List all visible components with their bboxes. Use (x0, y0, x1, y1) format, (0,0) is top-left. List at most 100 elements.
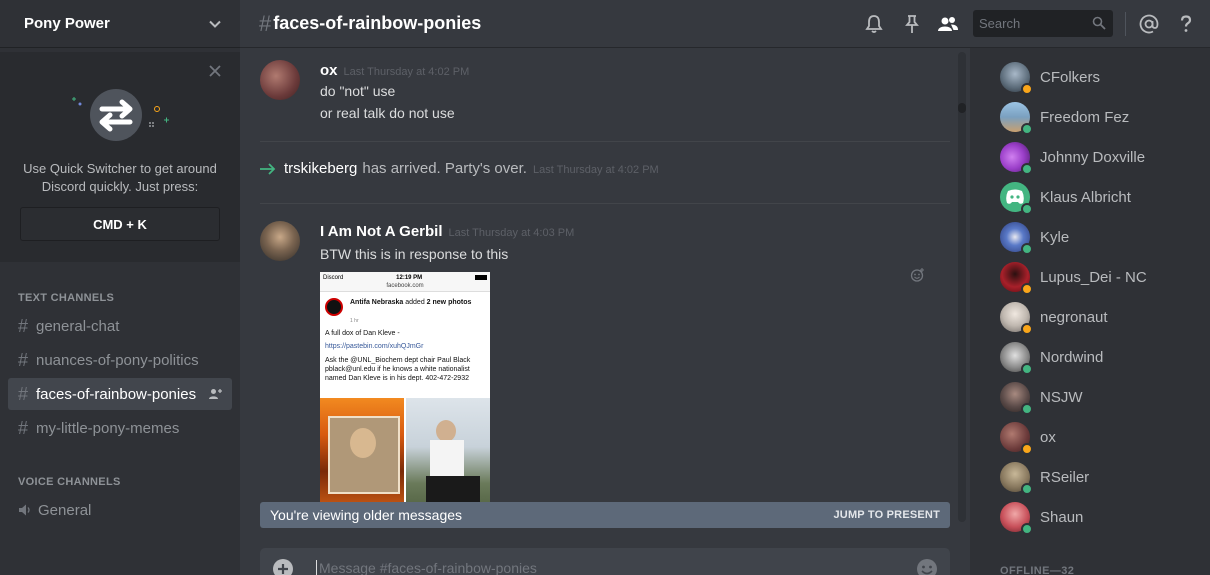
status-app: Discord (323, 274, 344, 281)
message-text: do "not" use (320, 83, 396, 99)
channel-faces-of-rainbow-ponies[interactable]: # faces-of-rainbow-ponies (8, 378, 232, 410)
timestamp: Last Thursday at 4:02 PM (343, 66, 470, 78)
search-placeholder: Search (979, 16, 1021, 31)
system-text: has arrived. Party's over. (362, 160, 527, 177)
status-idle-icon (1021, 323, 1033, 335)
avatar (1000, 182, 1033, 215)
system-message: trskikeberg has arrived. Party's over. L… (260, 160, 950, 184)
message-input[interactable]: Message #faces-of-rainbow-ponies (316, 560, 537, 575)
channel-name: general-chat (36, 317, 120, 335)
post-author: Antifa Nebraska (350, 299, 404, 306)
post-line: A full dox of Dan Kleve - (325, 330, 400, 337)
avatar (1000, 222, 1033, 255)
shortcut-key[interactable]: CMD + K (20, 207, 220, 241)
post-meta: 1 hr (350, 318, 359, 324)
post-link: https://pastebin.com/xuhQJmGr (325, 343, 424, 350)
channel-general-chat[interactable]: # general-chat (8, 310, 232, 342)
member-name: negronaut (1040, 308, 1108, 326)
hash-icon: # (18, 349, 29, 370)
member-item[interactable]: Lupus_Dei - NC (1000, 260, 1200, 295)
pin-icon[interactable] (901, 13, 923, 35)
timestamp: Last Thursday at 4:03 PM (448, 227, 575, 239)
scrollbar-thumb[interactable] (958, 103, 966, 113)
offline-category: OFFLINE—32 (1000, 565, 1075, 575)
hash-icon: # (18, 417, 29, 438)
member-item[interactable]: Freedom Fez (1000, 100, 1200, 135)
channel-name: faces-of-rainbow-ponies (36, 385, 197, 403)
bell-icon[interactable] (863, 13, 885, 35)
add-user-icon[interactable] (208, 387, 222, 401)
member-item[interactable]: RSeiler (1000, 460, 1200, 495)
status-online-icon (1021, 483, 1033, 495)
message-divider (260, 203, 950, 204)
voice-channels-category[interactable]: VOICE CHANNELS (18, 476, 121, 488)
avatar (1000, 142, 1033, 175)
member-name: Klaus Albricht (1040, 188, 1131, 206)
avatar[interactable] (260, 221, 300, 261)
older-messages-banner[interactable]: You're viewing older messages JUMP TO PR… (260, 502, 950, 528)
channel-nuances-of-pony-politics[interactable]: # nuances-of-pony-politics (8, 344, 232, 376)
status-online-icon (1021, 523, 1033, 535)
member-item[interactable]: negronaut (1000, 300, 1200, 335)
channel-name: General (38, 501, 92, 519)
attached-image[interactable]: Discord 12:19 PM facebook.com Antifa Neb… (320, 272, 490, 520)
member-item[interactable]: Klaus Albricht (1000, 180, 1200, 215)
close-icon[interactable] (208, 64, 222, 78)
message-text: or real talk do not use (320, 105, 455, 121)
help-icon[interactable] (1175, 13, 1197, 35)
status-online-icon (1021, 123, 1033, 135)
page-avatar (325, 298, 343, 316)
member-item[interactable]: CFolkers (1000, 60, 1200, 95)
member-item[interactable]: Kyle (1000, 220, 1200, 255)
member-name: RSeiler (1040, 468, 1090, 486)
channel-my-little-pony-memes[interactable]: # my-little-pony-memes (8, 412, 232, 444)
status-online-icon (1021, 403, 1033, 415)
member-item[interactable]: Nordwind (1000, 340, 1200, 375)
upload-plus-icon[interactable] (272, 558, 294, 575)
member-name: Johnny Doxville (1040, 148, 1146, 166)
members-icon[interactable] (937, 13, 959, 35)
status-online-icon (1021, 163, 1033, 175)
author-name[interactable]: I Am Not A Gerbil (320, 223, 443, 240)
hash-icon: # (259, 10, 272, 36)
member-item[interactable]: NSJW (1000, 380, 1200, 415)
mention-icon[interactable] (1138, 13, 1160, 35)
search-input[interactable]: Search (973, 10, 1113, 37)
author-name[interactable]: ox (320, 62, 338, 79)
member-item[interactable]: Shaun (1000, 500, 1200, 535)
avatar (1000, 302, 1033, 335)
member-name: Nordwind (1040, 348, 1104, 366)
discord-logo-icon (1006, 189, 1024, 204)
avatar (1000, 502, 1033, 535)
avatar (1000, 422, 1033, 455)
guild-name: Pony Power (24, 15, 110, 32)
member-list[interactable]: CFolkers Freedom Fez Johnny Doxville Kla… (970, 48, 1210, 575)
status-idle-icon (1021, 283, 1033, 295)
jump-to-present-button[interactable]: JUMP TO PRESENT (833, 509, 940, 521)
status-idle-icon (1021, 83, 1033, 95)
channel-name: nuances-of-pony-politics (36, 351, 199, 369)
hash-icon: # (18, 315, 29, 336)
quick-switcher-text: Use Quick Switcher to get around Discord… (23, 161, 217, 194)
member-item[interactable]: Johnny Doxville (1000, 140, 1200, 175)
member-name: Lupus_Dei - NC (1040, 268, 1147, 286)
chevron-down-icon[interactable] (208, 17, 222, 31)
joined-user[interactable]: trskikeberg (284, 160, 357, 177)
avatar (1000, 382, 1033, 415)
member-name: ox (1040, 428, 1056, 446)
message-text: BTW this is in response to this (320, 246, 509, 262)
guild-header[interactable]: Pony Power (0, 0, 240, 48)
speaker-icon (19, 504, 30, 516)
scrollbar-track[interactable] (958, 52, 966, 522)
phone-status-bar: Discord 12:19 PM (320, 272, 490, 283)
avatar[interactable] (260, 60, 300, 100)
quick-switcher-tip: Use Quick Switcher to get around Discord… (0, 52, 240, 262)
emoji-icon[interactable] (916, 558, 938, 575)
text-channels-category[interactable]: TEXT CHANNELS (18, 292, 114, 304)
voice-channel-general[interactable]: General (8, 494, 232, 526)
member-item[interactable]: ox (1000, 420, 1200, 455)
post-action: added (405, 299, 425, 306)
hash-icon: # (18, 383, 29, 404)
avatar (1000, 462, 1033, 495)
add-reaction-icon[interactable] (910, 267, 926, 283)
